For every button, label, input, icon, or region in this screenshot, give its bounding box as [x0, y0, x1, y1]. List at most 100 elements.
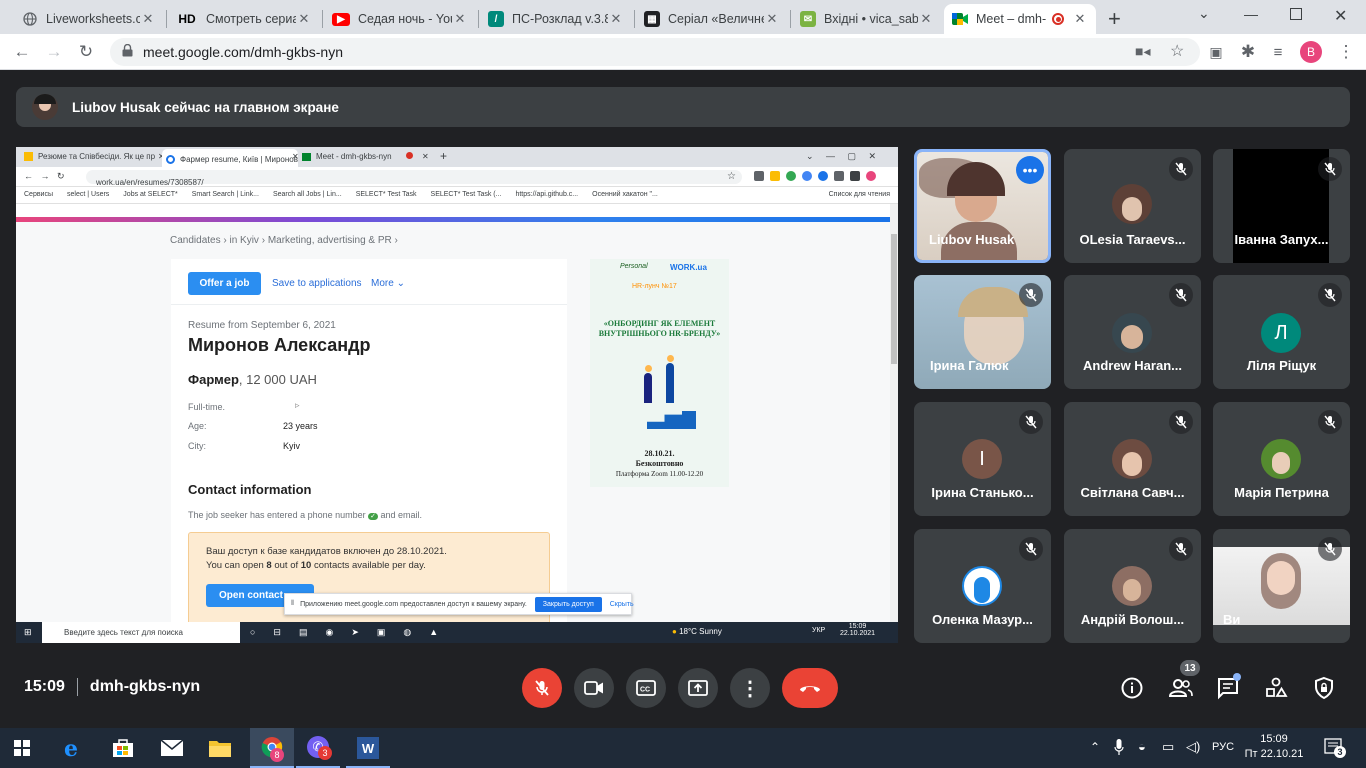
- word-icon: W: [357, 737, 379, 759]
- tab-search-icon[interactable]: ⌄: [1198, 5, 1210, 22]
- participant-name: Andrew Haran...: [1083, 358, 1182, 373]
- hide-link: Скрыть: [609, 600, 634, 608]
- contact-title: Contact information: [188, 482, 312, 497]
- presenting-banner: Liubov Husak сейчас на главном экране: [16, 87, 1350, 127]
- participant-tile[interactable]: Andrew Haran...: [1064, 275, 1201, 389]
- shared-tab-1: Резюме та Співбесіди. Як це пр: [24, 152, 164, 161]
- close-tab-icon[interactable]: ✕: [918, 11, 934, 27]
- camera-toggle-button[interactable]: [574, 668, 614, 708]
- close-tab-icon[interactable]: ✕: [1072, 11, 1088, 27]
- avatar: [1261, 439, 1301, 479]
- field-value: 23 years: [283, 421, 318, 431]
- present-screen-button[interactable]: [678, 668, 718, 708]
- avatar: І: [962, 439, 1002, 479]
- tab-meet[interactable]: Meet – dmh- ✕: [944, 4, 1096, 34]
- participant-tile[interactable]: І Ірина Станько...: [914, 402, 1051, 516]
- display-icon[interactable]: ▭: [1162, 739, 1174, 755]
- participant-tile-self[interactable]: Ви: [1213, 529, 1350, 643]
- media-icon[interactable]: ≡: [1266, 40, 1290, 64]
- new-tab-button[interactable]: +: [1108, 6, 1121, 32]
- close-tab-icon[interactable]: ✕: [296, 11, 312, 27]
- mic-tray-icon[interactable]: [1114, 738, 1124, 761]
- participant-tile[interactable]: Марія Петрина: [1213, 402, 1350, 516]
- offer-job-button[interactable]: Offer a job: [188, 272, 261, 295]
- forward-icon[interactable]: →: [42, 40, 66, 64]
- host-controls-button[interactable]: [1312, 676, 1336, 705]
- back-icon[interactable]: ←: [10, 40, 34, 64]
- participant-tile[interactable]: Ірина Галюк: [914, 275, 1051, 389]
- close-tab-icon[interactable]: ✕: [608, 11, 624, 27]
- shared-tab-2: Фармер resume, Київ | Миронов: [162, 149, 298, 167]
- save-applications-link[interactable]: Save to applications: [272, 278, 362, 289]
- more-link[interactable]: More ⌄: [371, 278, 405, 289]
- address-bar[interactable]: meet.google.com/dmh-gkbs-nyn ■◂ ☆: [110, 38, 1200, 66]
- film-icon: ▦: [644, 11, 660, 27]
- meeting-details-button[interactable]: [1120, 676, 1144, 705]
- activities-button[interactable]: [1264, 676, 1288, 705]
- star-icon[interactable]: ☆: [1170, 41, 1184, 61]
- reload-icon[interactable]: ↻: [74, 40, 98, 64]
- camera-indicator-icon[interactable]: ■◂: [1135, 43, 1150, 60]
- shared-screen: Резюме та Співбесіди. Як це пр ✕ Фармер …: [16, 147, 898, 643]
- menu-icon[interactable]: ⋮: [1334, 40, 1358, 64]
- lock-icon: [122, 43, 133, 60]
- shared-tab-bar: Резюме та Співбесіди. Як це пр ✕ Фармер …: [16, 147, 898, 167]
- close-tab-icon[interactable]: ✕: [764, 11, 780, 27]
- people-button[interactable]: [1168, 676, 1194, 705]
- participant-name: Ліля Ріщук: [1246, 358, 1317, 373]
- more-options-button[interactable]: ⋮: [730, 668, 770, 708]
- end-call-button[interactable]: [782, 668, 838, 708]
- participant-tile[interactable]: Іванна Запух...: [1213, 149, 1350, 263]
- participant-name: Марія Петрина: [1234, 485, 1329, 500]
- close-tab-icon[interactable]: ✕: [140, 11, 156, 27]
- close-tab-icon[interactable]: ✕: [452, 11, 468, 27]
- windows-taskbar: e 8 ✆ 3 W ⌃ ◒ ▭ ◁) РУС 15:09 Пт 22.10.21…: [0, 728, 1366, 768]
- tab-film[interactable]: ▦ Серіал «Величне ✕: [636, 4, 788, 34]
- tab-mail[interactable]: ✉ Вхідні • vica_sab ✕: [792, 4, 942, 34]
- participant-tile-liubov[interactable]: ••• Liubov Husak: [914, 149, 1051, 263]
- mail-app-icon[interactable]: [160, 739, 184, 762]
- language-indicator[interactable]: РУС: [1212, 741, 1234, 753]
- participant-tile[interactable]: Л Ліля Ріщук: [1213, 275, 1350, 389]
- chrome-taskbar-button[interactable]: 8: [250, 728, 294, 768]
- windows-start-icon[interactable]: [14, 740, 30, 761]
- browser-toolbar: ← → ↻ meet.google.com/dmh-gkbs-nyn ■◂ ☆ …: [0, 34, 1366, 70]
- maximize-icon[interactable]: [1290, 8, 1302, 20]
- hangup-icon: [800, 686, 820, 692]
- file-explorer-icon[interactable]: [208, 738, 232, 763]
- captions-button[interactable]: CC: [626, 668, 666, 708]
- avatar: [1112, 184, 1152, 224]
- network-icon[interactable]: ◒: [1138, 739, 1146, 754]
- share-notice-bar: ⦀ Приложению meet.google.com предоставле…: [284, 593, 634, 615]
- tab-youtube[interactable]: ▶ Седая ночь - You ✕: [324, 4, 476, 34]
- participant-tile[interactable]: OLesia Taraevs...: [1064, 149, 1201, 263]
- participant-name: Андрій Волош...: [1080, 612, 1185, 627]
- edge-icon[interactable]: e: [64, 736, 78, 762]
- profile-avatar[interactable]: B: [1300, 41, 1322, 63]
- close-window-icon[interactable]: ✕: [1334, 6, 1347, 26]
- viber-taskbar-button[interactable]: ✆ 3: [296, 728, 340, 768]
- tab-liveworksheets[interactable]: Liveworksheets.co ✕: [14, 4, 164, 34]
- avatar: [1112, 566, 1152, 606]
- participant-tile[interactable]: Оленка Мазур...: [914, 529, 1051, 643]
- more-options-icon[interactable]: •••: [1016, 156, 1044, 184]
- extension-icon[interactable]: ▣: [1204, 40, 1228, 64]
- participant-tile[interactable]: Світлана Савч...: [1064, 402, 1201, 516]
- presenter-avatar: [32, 94, 58, 120]
- access-notice: Ваш доступ к базе кандидатов включен до …: [188, 532, 550, 632]
- tray-expand-icon[interactable]: ⌃: [1090, 740, 1100, 754]
- minimize-icon[interactable]: —: [1244, 6, 1258, 22]
- mic-toggle-button[interactable]: [522, 668, 562, 708]
- stop-sharing-button: Закрыть доступ: [534, 596, 602, 612]
- word-taskbar-button[interactable]: W: [346, 728, 390, 768]
- people-count-badge: 13: [1180, 660, 1200, 676]
- puzzle-icon[interactable]: ✱: [1236, 40, 1260, 64]
- volume-icon[interactable]: ◁): [1186, 739, 1200, 755]
- tab-schedule[interactable]: / ПС-Розклад v.3.8 ✕: [480, 4, 632, 34]
- participant-tile[interactable]: Андрій Волош...: [1064, 529, 1201, 643]
- store-icon[interactable]: [112, 738, 134, 763]
- clock[interactable]: 15:09 Пт 22.10.21: [1244, 732, 1304, 762]
- tab-serial[interactable]: HD Смотреть сериал ✕: [168, 4, 320, 34]
- globe-icon: [22, 11, 38, 27]
- notification-center-icon[interactable]: 3: [1324, 738, 1346, 761]
